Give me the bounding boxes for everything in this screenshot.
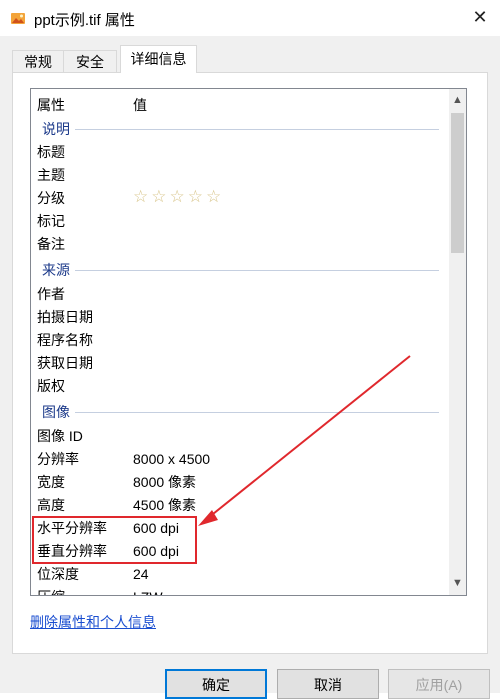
group-origin: 来源 xyxy=(42,262,70,278)
rating-stars[interactable]: ☆☆☆☆☆ xyxy=(133,186,224,208)
ok-button[interactable]: 确定 xyxy=(165,669,267,699)
image-file-icon xyxy=(11,13,25,24)
cancel-button[interactable]: 取消 xyxy=(277,669,379,699)
property-value-bit-depth[interactable]: 24 xyxy=(133,563,149,585)
property-label-title[interactable]: 标题 xyxy=(37,141,65,163)
scroll-down-icon[interactable]: ▼ xyxy=(449,575,466,592)
column-header-property[interactable]: 属性 xyxy=(37,95,65,115)
property-label-tags[interactable]: 标记 xyxy=(37,210,65,232)
apply-button[interactable]: 应用(A) xyxy=(388,669,490,699)
group-description: 说明 xyxy=(42,121,70,137)
group-image: 图像 xyxy=(42,404,70,420)
scrollbar-thumb[interactable] xyxy=(451,113,464,253)
title-bar: ppt示例.tif 属性 ✕ xyxy=(0,0,500,36)
property-value-compression[interactable]: LZW xyxy=(133,586,163,595)
group-divider xyxy=(75,270,439,271)
group-divider xyxy=(75,129,439,130)
property-label-subject[interactable]: 主题 xyxy=(37,164,65,186)
highlight-box xyxy=(32,516,197,564)
property-label-height[interactable]: 高度 xyxy=(37,494,65,516)
property-label-width[interactable]: 宽度 xyxy=(37,471,65,493)
remove-properties-link[interactable]: 删除属性和个人信息 xyxy=(30,612,156,632)
tab-security[interactable]: 安全 xyxy=(63,50,117,73)
column-header-value[interactable]: 值 xyxy=(133,95,147,115)
property-value-width[interactable]: 8000 像素 xyxy=(133,471,196,493)
group-divider xyxy=(75,412,439,413)
tab-details[interactable]: 详细信息 xyxy=(120,45,197,73)
property-label-date-taken[interactable]: 拍摄日期 xyxy=(37,306,93,328)
scroll-up-icon[interactable]: ▲ xyxy=(449,92,466,109)
property-value-dimensions[interactable]: 8000 x 4500 xyxy=(133,448,210,470)
property-label-comments[interactable]: 备注 xyxy=(37,233,65,255)
property-label-author[interactable]: 作者 xyxy=(37,283,65,305)
property-value-height[interactable]: 4500 像素 xyxy=(133,494,196,516)
property-label-rating[interactable]: 分级 xyxy=(37,187,65,209)
tab-general[interactable]: 常规 xyxy=(12,50,64,73)
close-icon[interactable]: ✕ xyxy=(470,6,490,28)
property-label-image-id[interactable]: 图像 ID xyxy=(37,425,83,447)
property-label-program-name[interactable]: 程序名称 xyxy=(37,329,93,351)
property-label-dimensions[interactable]: 分辨率 xyxy=(37,448,79,470)
property-label-compression[interactable]: 压缩 xyxy=(37,586,65,595)
vertical-scrollbar[interactable]: ▲ ▼ xyxy=(449,89,466,595)
window-title: ppt示例.tif 属性 xyxy=(34,12,135,29)
property-label-copyright[interactable]: 版权 xyxy=(37,375,65,397)
property-label-date-acquired[interactable]: 获取日期 xyxy=(37,352,93,374)
property-label-bit-depth[interactable]: 位深度 xyxy=(37,563,79,585)
